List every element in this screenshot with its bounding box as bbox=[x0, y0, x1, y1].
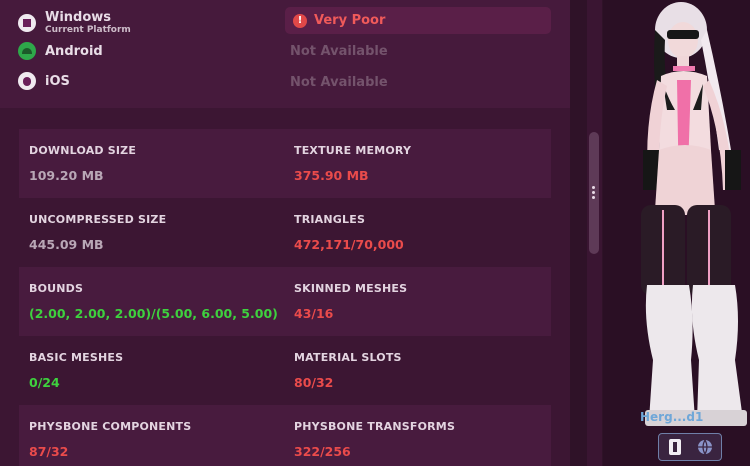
platform-windows[interactable]: Windows Current Platform bbox=[18, 10, 131, 36]
drag-handle-dot bbox=[592, 191, 595, 194]
stat-value: 87/32 bbox=[29, 444, 69, 459]
stat-label: DOWNLOAD SIZE bbox=[29, 144, 137, 157]
ios-status: Not Available bbox=[290, 75, 388, 90]
stat-label: SKINNED MESHES bbox=[294, 282, 408, 295]
stats-row: BOUNDS (2.00, 2.00, 2.00)/(5.00, 6.00, 5.… bbox=[19, 267, 551, 336]
stat-label: TRIANGLES bbox=[294, 213, 366, 226]
stat-label: BOUNDS bbox=[29, 282, 84, 295]
performance-rating-badge: ! Very Poor bbox=[285, 7, 551, 34]
platform-name: Android bbox=[45, 43, 103, 59]
fullbody-view-icon[interactable] bbox=[665, 437, 685, 457]
preview-view-toggle[interactable] bbox=[658, 433, 722, 461]
stats-row: UNCOMPRESSED SIZE 445.09 MB TRIANGLES 472,1… bbox=[19, 198, 551, 267]
stat-value: 80/32 bbox=[294, 375, 334, 390]
warning-icon: ! bbox=[293, 13, 307, 28]
platform-android[interactable]: Android bbox=[18, 42, 103, 60]
stat-value: 445.09 MB bbox=[29, 237, 104, 252]
avatar-figure-image bbox=[641, 2, 747, 426]
stat-value: 472,171/70,000 bbox=[294, 237, 404, 252]
windows-icon bbox=[18, 14, 36, 32]
stats-row: BASIC MESHES 0/24 MATERIAL SLOTS 80/32 bbox=[19, 336, 551, 405]
android-icon bbox=[18, 42, 36, 60]
stat-value: 322/256 bbox=[294, 444, 351, 459]
stat-label: BASIC MESHES bbox=[29, 351, 124, 364]
drag-handle-dot bbox=[592, 196, 595, 199]
stat-value: 0/24 bbox=[29, 375, 60, 390]
stats-row: PHYSBONE COMPONENTS 87/32 PHYSBONE TRANSFO… bbox=[19, 405, 551, 466]
platform-ios[interactable]: iOS bbox=[18, 72, 70, 90]
platform-name: iOS bbox=[45, 73, 70, 89]
stat-label: PHYSBONE COMPONENTS bbox=[29, 420, 192, 433]
stat-value: (2.00, 2.00, 2.00)/(5.00, 6.00, 5.00) bbox=[29, 306, 278, 321]
platform-name: Windows bbox=[45, 10, 112, 25]
platform-list: Windows Current Platform Android iOS ! V… bbox=[0, 0, 570, 108]
stat-label: PHYSBONE TRANSFORMS bbox=[294, 420, 456, 433]
apple-icon bbox=[18, 72, 36, 90]
stat-value: 109.20 MB bbox=[29, 168, 104, 183]
stats-row: DOWNLOAD SIZE 109.20 MB TEXTURE MEMORY 375.… bbox=[19, 129, 551, 198]
avatar-name-label: Herg...d1 bbox=[640, 410, 704, 424]
performance-panel: Windows Current Platform Android iOS ! V… bbox=[0, 0, 570, 466]
stat-value: 43/16 bbox=[294, 306, 334, 321]
rating-label: Very Poor bbox=[314, 13, 386, 28]
avatar-preview[interactable] bbox=[603, 0, 750, 466]
stat-label: UNCOMPRESSED SIZE bbox=[29, 213, 167, 226]
stat-label: TEXTURE MEMORY bbox=[294, 144, 412, 157]
stat-value: 375.90 MB bbox=[294, 168, 369, 183]
stat-label: MATERIAL SLOTS bbox=[294, 351, 402, 364]
globe-view-icon[interactable] bbox=[695, 437, 715, 457]
drag-handle-dot bbox=[592, 186, 595, 189]
platform-subtitle: Current Platform bbox=[45, 25, 131, 35]
android-status: Not Available bbox=[290, 44, 388, 59]
